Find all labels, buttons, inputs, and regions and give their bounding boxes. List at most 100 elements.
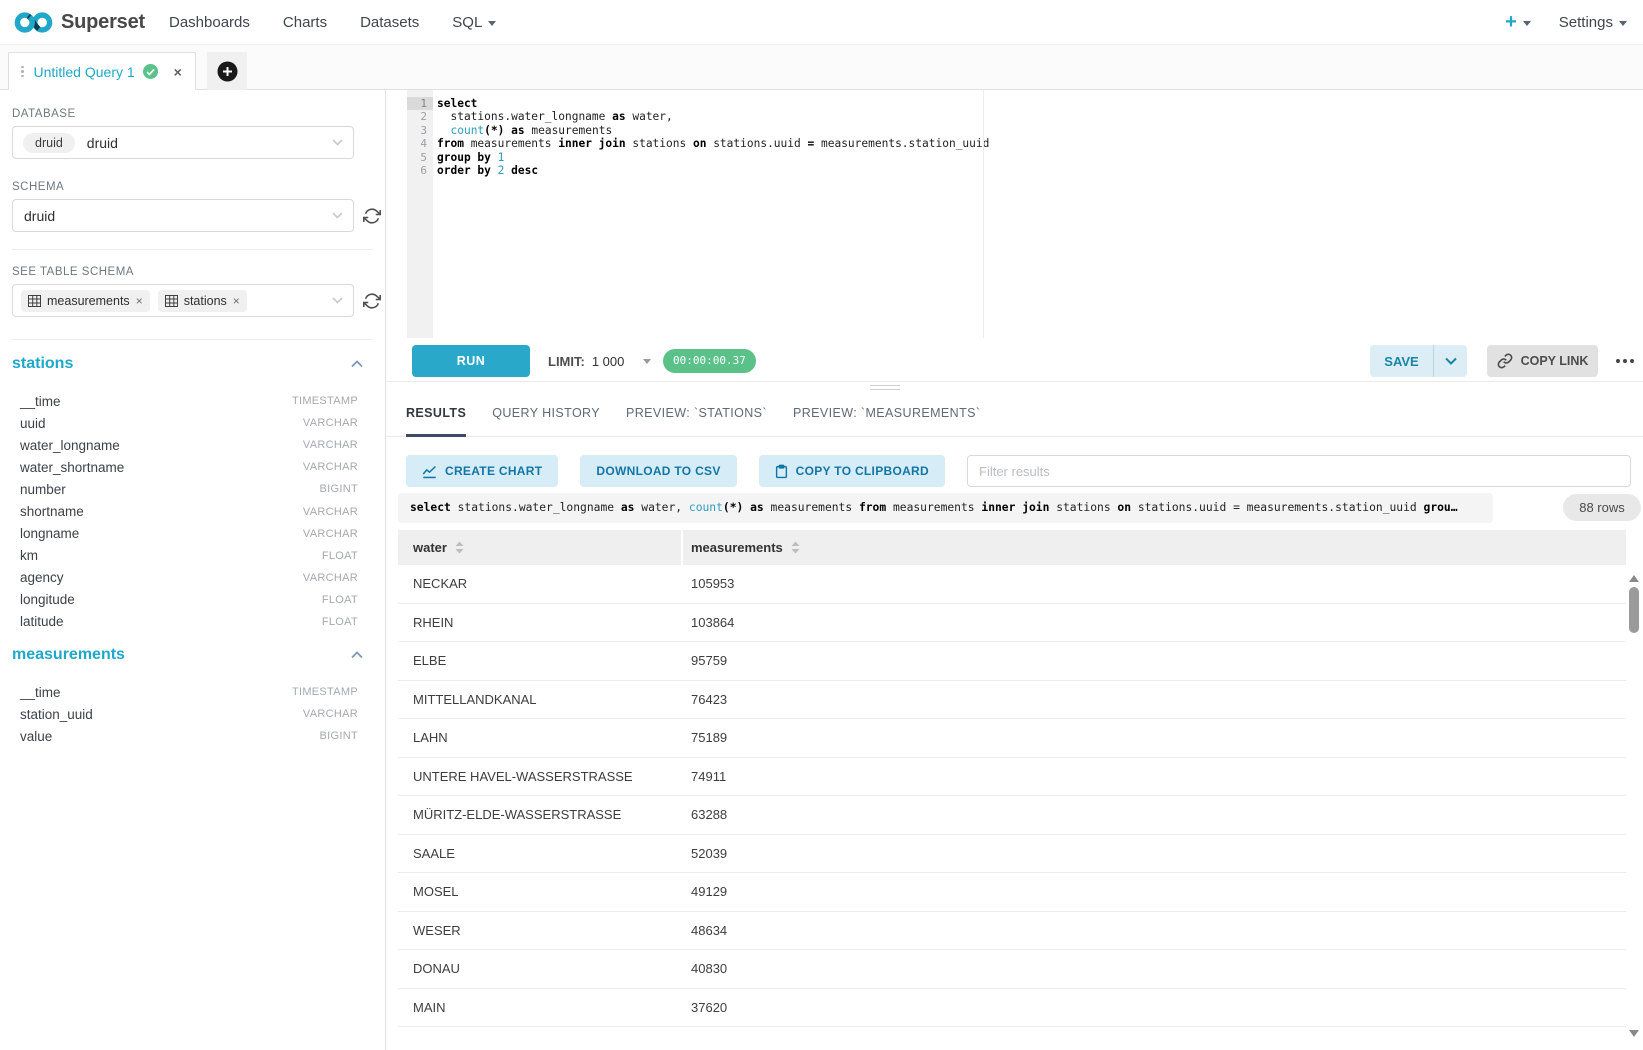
column-header-water[interactable]: water — [398, 530, 681, 565]
limit-value: 1 000 — [592, 354, 625, 369]
superset-logo[interactable]: Superset — [13, 11, 145, 34]
schema-section-stations[interactable]: stations — [12, 354, 373, 374]
cell-measurements: 76423 — [683, 692, 1626, 707]
table-row: UNTERE HAVEL-WASSERSTRASSE74911 — [398, 758, 1626, 797]
refresh-tables-button[interactable] — [363, 292, 381, 310]
table-chip-measurements[interactable]: measurements× — [21, 290, 150, 312]
save-dropdown-button[interactable] — [1434, 345, 1467, 377]
filter-results-input[interactable] — [967, 455, 1631, 487]
chevron-up-icon — [351, 651, 363, 659]
chevron-down-icon — [332, 139, 343, 146]
tab-untitled-query[interactable]: Untitled Query 1 × — [8, 52, 196, 90]
copy-link-button[interactable]: COPY LINK — [1487, 345, 1598, 377]
table-chip-stations[interactable]: stations× — [158, 290, 247, 312]
caret-down-icon — [1523, 21, 1531, 26]
save-split-button: SAVE — [1370, 345, 1467, 377]
caret-down-icon — [1619, 21, 1627, 26]
column-type: VARCHAR — [303, 572, 358, 584]
remove-chip-icon[interactable]: × — [233, 295, 240, 307]
column-name: station_uuid — [20, 707, 93, 722]
save-button[interactable]: SAVE — [1370, 345, 1434, 377]
drag-handle-icon[interactable] — [21, 66, 24, 78]
remove-chip-icon[interactable]: × — [136, 295, 143, 307]
results-panel: RESULTS QUERY HISTORY PREVIEW: `STATIONS` P… — [386, 390, 1643, 1050]
column-name: number — [20, 482, 66, 497]
executed-query-row: select stations.water_longname as water,… — [398, 493, 1643, 523]
sqllab-sidebar: DATABASE druid druid SCHEMA druid SEE TA… — [0, 90, 386, 1050]
nav-item-sql[interactable]: SQL — [452, 14, 496, 31]
cell-water: RHEIN — [398, 615, 683, 630]
column-header-measurements[interactable]: measurements — [683, 530, 1626, 565]
schema-section-measurements[interactable]: measurements — [12, 645, 373, 665]
settings-label: Settings — [1559, 14, 1613, 31]
column-type: VARCHAR — [303, 417, 358, 429]
action-buttons: CREATE CHART DOWNLOAD TO CSV COPY TO CLIPB… — [406, 455, 945, 487]
results-tab-preview-measurements[interactable]: PREVIEW: `MEASUREMENTS` — [793, 390, 980, 436]
scroll-down-icon[interactable] — [1629, 1024, 1639, 1042]
database-select[interactable]: druid druid — [12, 126, 354, 159]
nav-item-charts[interactable]: Charts — [283, 14, 327, 31]
divider — [386, 381, 1643, 382]
cell-water: MÜRITZ-ELDE-WASSERSTRASSE — [398, 807, 683, 822]
cell-measurements: 40830 — [683, 961, 1626, 976]
table-row: WESER48634 — [398, 912, 1626, 951]
table-row: NECKAR105953 — [398, 565, 1626, 604]
line-numbers: 123456 — [407, 97, 433, 178]
column-type: FLOAT — [322, 594, 358, 606]
caret-down-icon — [488, 21, 496, 26]
schema-select[interactable]: druid — [12, 199, 354, 232]
settings-menu[interactable]: Settings — [1559, 14, 1627, 31]
chevron-down-icon — [332, 212, 343, 219]
close-tab-icon[interactable]: × — [174, 65, 182, 79]
create-chart-button[interactable]: CREATE CHART — [406, 455, 558, 487]
cell-measurements: 74911 — [683, 769, 1626, 784]
brand-title: Superset — [61, 11, 145, 34]
column-name: shortname — [20, 504, 84, 519]
sql-code[interactable]: select stations.water_longname as water,… — [437, 97, 989, 178]
database-type-chip: druid — [23, 133, 75, 153]
new-item-button[interactable]: + — [1505, 11, 1531, 34]
sql-editor[interactable]: 123456 select stations.water_longname as… — [386, 90, 1643, 338]
database-value: druid — [87, 135, 118, 151]
more-actions-button[interactable] — [1607, 345, 1643, 377]
results-scrollbar[interactable] — [1628, 565, 1640, 1050]
scroll-up-icon[interactable] — [1629, 569, 1639, 587]
cell-measurements: 95759 — [683, 653, 1626, 668]
sort-icon — [791, 541, 800, 554]
tab-title: Untitled Query 1 — [34, 64, 135, 80]
chart-icon — [422, 464, 437, 479]
clipboard-icon — [775, 464, 788, 479]
copy-link-label: COPY LINK — [1521, 354, 1589, 368]
table-name: stations — [12, 355, 73, 373]
main-pane: 123456 select stations.water_longname as… — [386, 90, 1643, 1050]
results-tab-results[interactable]: RESULTS — [406, 390, 466, 436]
success-check-icon — [143, 64, 158, 79]
run-button[interactable]: RUN — [412, 345, 530, 377]
column-row: shortname VARCHAR — [12, 500, 373, 522]
chevron-down-icon — [1445, 357, 1457, 365]
executed-query-preview[interactable]: select stations.water_longname as water,… — [398, 493, 1493, 523]
table-schemas: stations__timeTIMESTAMPuuidVARCHARwater_… — [0, 340, 385, 747]
copy-to-clipboard-button[interactable]: COPY TO CLIPBOARD — [759, 455, 945, 487]
table-icon — [165, 295, 178, 307]
column-name: latitude — [20, 614, 64, 629]
nav-item-dashboards[interactable]: Dashboards — [169, 14, 250, 31]
new-tab-button[interactable] — [207, 52, 247, 90]
column-row: station_uuidVARCHAR — [12, 703, 373, 725]
row-count-badge: 88 rows — [1563, 494, 1641, 521]
results-tab-preview-stations[interactable]: PREVIEW: `STATIONS` — [626, 390, 767, 436]
column-name: __time — [20, 685, 61, 700]
nav-item-datasets[interactable]: Datasets — [360, 14, 419, 31]
table-name: measurements — [12, 646, 125, 664]
column-type: VARCHAR — [303, 506, 358, 518]
download-to-csv-button[interactable]: DOWNLOAD TO CSV — [580, 455, 736, 487]
scrollbar-thumb[interactable] — [1629, 587, 1639, 633]
table-select[interactable]: measurements× stations× — [12, 284, 354, 317]
results-tab-query-history[interactable]: QUERY HISTORY — [492, 390, 600, 436]
results-table: watermeasurements NECKAR105953 RHEIN10386… — [398, 530, 1643, 1050]
limit-dropdown[interactable]: LIMIT: 1 000 — [548, 345, 651, 377]
column-row: numberBIGINT — [12, 478, 373, 500]
cell-measurements: 49129 — [683, 884, 1626, 899]
refresh-schemas-button[interactable] — [363, 207, 381, 225]
cell-measurements: 103864 — [683, 615, 1626, 630]
